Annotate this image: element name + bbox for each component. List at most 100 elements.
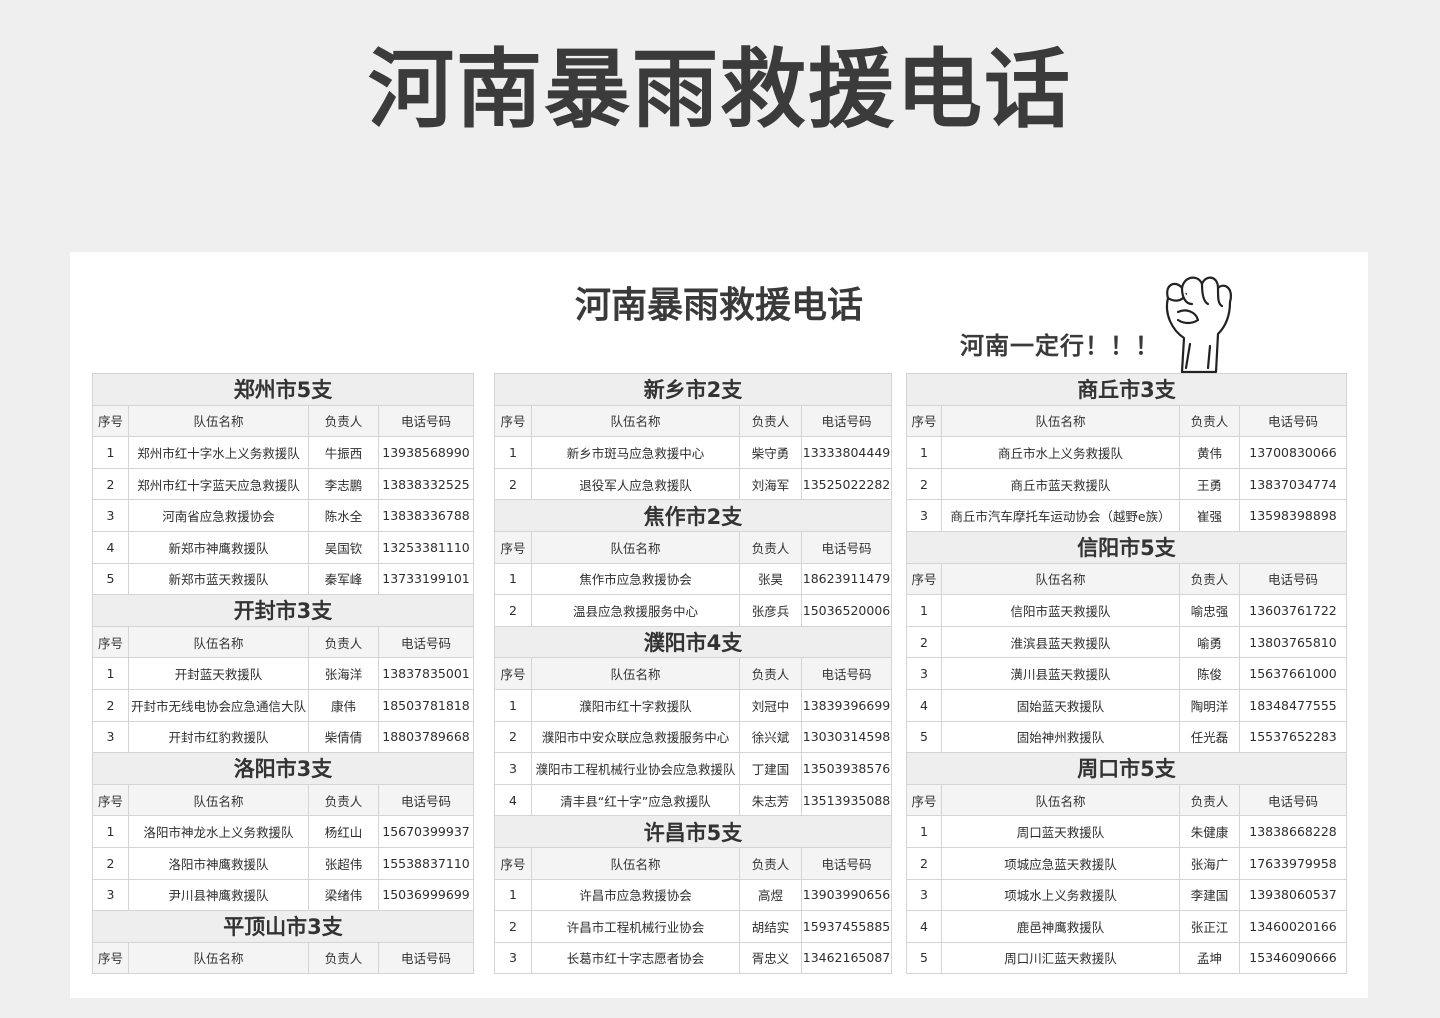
row-phone[interactable]: 15036999699 (378, 878, 474, 912)
table-row: 2 郑州市红十字蓝天应急救援队 李志鹏 13838332525 (92, 467, 474, 501)
row-phone[interactable]: 15670399937 (378, 815, 474, 848)
col-header-phone: 电话号码 (378, 783, 474, 817)
section-title: 周口市5支 (906, 752, 1347, 785)
row-phone[interactable]: 13253381110 (378, 530, 474, 564)
row-phone[interactable]: 13837034774 (1239, 467, 1347, 501)
row-phone[interactable]: 13503938576 (801, 752, 892, 785)
col-header-team: 队伍名称 (531, 530, 740, 564)
row-team: 许昌市工程机械行业协会 (531, 910, 740, 943)
table-row: 3 尹川县神鹰救援队 梁绪伟 15036999699 (92, 878, 474, 912)
row-leader: 李建国 (1179, 878, 1240, 912)
table-row: 4 清丰县“红十字”应急救援队 朱志芳 13513935088 (494, 783, 892, 817)
row-no: 4 (92, 530, 129, 564)
row-team: 潢川县蓝天救援队 (941, 657, 1180, 690)
row-no: 1 (92, 436, 129, 469)
row-phone[interactable]: 13938568990 (378, 436, 474, 469)
row-phone[interactable]: 13838332525 (378, 467, 474, 501)
column-2: 新乡市2支 序号 队伍名称 负责人 电话号码 1 新乡市斑马应急救援中心 柴守勇 13… (494, 373, 892, 975)
row-team: 长葛市红十字志愿者协会 (531, 941, 740, 975)
table-row: 1 郑州市红十字水上义务救援队 牛振西 13938568990 (92, 436, 474, 469)
row-phone[interactable]: 13903990656 (801, 878, 892, 912)
row-phone[interactable]: 15538837110 (378, 846, 474, 880)
row-phone[interactable]: 13938060537 (1239, 878, 1347, 912)
row-phone[interactable]: 13030314598 (801, 720, 892, 754)
row-phone[interactable]: 13603761722 (1239, 594, 1347, 627)
row-phone[interactable]: 18623911479 (801, 562, 892, 596)
row-leader: 黄伟 (1179, 436, 1240, 469)
table-row: 2 濮阳市中安众联应急救援服务中心 徐兴斌 13030314598 (494, 720, 892, 754)
column-1-table: 郑州市5支 序号 队伍名称 负责人 电话号码 1 郑州市红十字水上义务救援队 牛振西… (92, 373, 474, 975)
row-phone[interactable]: 13839396699 (801, 688, 892, 722)
row-no: 2 (906, 467, 942, 501)
banner-title: 河南暴雨救援电话 (368, 40, 1072, 140)
row-team: 周口蓝天救援队 (941, 815, 1180, 848)
row-leader: 陈俊 (1179, 657, 1240, 690)
section-title: 许昌市5支 (494, 815, 892, 848)
col-header-team: 队伍名称 (531, 657, 740, 690)
row-phone[interactable]: 13513935088 (801, 783, 892, 817)
row-phone[interactable]: 13838336788 (378, 499, 474, 532)
row-leader: 牛振西 (308, 436, 379, 469)
row-no: 2 (494, 910, 532, 943)
header-row: 序号 队伍名称 负责人 电话号码 (494, 657, 892, 690)
row-team: 许昌市应急救援协会 (531, 878, 740, 912)
row-phone[interactable]: 15036520006 (801, 594, 892, 627)
row-phone[interactable]: 15346090666 (1239, 941, 1347, 975)
row-team: 尹川县神鹰救援队 (128, 878, 309, 912)
row-phone[interactable]: 13333804449 (801, 436, 892, 469)
header-row: 序号 队伍名称 负责人 电话号码 (92, 783, 474, 817)
row-no: 2 (92, 688, 129, 722)
row-no: 3 (494, 752, 532, 785)
row-team: 新郑市神鹰救援队 (128, 530, 309, 564)
row-team: 郑州市红十字水上义务救援队 (128, 436, 309, 469)
row-phone[interactable]: 13733199101 (378, 562, 474, 596)
col-header-leader: 负责人 (308, 941, 379, 975)
row-leader: 张彦兵 (739, 594, 802, 627)
table-row: 3 开封市红豹救援队 柴倩倩 18803789668 (92, 720, 474, 754)
row-team: 濮阳市红十字救援队 (531, 688, 740, 722)
row-phone[interactable]: 13598398898 (1239, 499, 1347, 532)
row-phone[interactable]: 15637661000 (1239, 657, 1347, 690)
table-row: 2 项城应急蓝天救援队 张海广 17633979958 (906, 846, 1347, 880)
row-no: 3 (92, 878, 129, 912)
table-row: 2 许昌市工程机械行业协会 胡结实 15937455885 (494, 910, 892, 943)
column-3-table: 商丘市3支 序号 队伍名称 负责人 电话号码 1 商丘市水上义务救援队 黄伟 1370… (906, 373, 1347, 975)
col-header-no: 序号 (92, 941, 129, 975)
row-no: 3 (92, 720, 129, 754)
header-row: 序号 队伍名称 负责人 电话号码 (92, 404, 474, 438)
row-phone[interactable]: 13525022282 (801, 467, 892, 501)
row-phone[interactable]: 13803765810 (1239, 625, 1347, 659)
row-team: 开封市无线电协会应急通信大队 (128, 688, 309, 722)
row-phone[interactable]: 18503781818 (378, 688, 474, 722)
row-phone[interactable]: 13462165087 (801, 941, 892, 975)
row-leader: 康伟 (308, 688, 379, 722)
section-title: 平顶山市3支 (92, 910, 474, 943)
row-phone[interactable]: 15537652283 (1239, 720, 1347, 754)
row-team: 新乡市斑马应急救援中心 (531, 436, 740, 469)
row-leader: 张海洋 (308, 657, 379, 690)
row-phone[interactable]: 13460020166 (1239, 910, 1347, 943)
row-no: 2 (494, 594, 532, 627)
row-phone[interactable]: 13837835001 (378, 657, 474, 690)
row-leader: 喻勇 (1179, 625, 1240, 659)
table-row: 1 洛阳市神龙水上义务救援队 杨红山 15670399937 (92, 815, 474, 848)
row-phone[interactable]: 17633979958 (1239, 846, 1347, 880)
row-team: 固始神州救援队 (941, 720, 1180, 754)
row-leader: 梁绪伟 (308, 878, 379, 912)
row-no: 3 (92, 499, 129, 532)
slogan: 河南一定行！！！ (960, 332, 1160, 360)
header-row: 序号 队伍名称 负责人 电话号码 (92, 941, 474, 975)
row-phone[interactable]: 13700830066 (1239, 436, 1347, 469)
row-no: 2 (92, 846, 129, 880)
table-row: 1 焦作市应急救援协会 张昊 18623911479 (494, 562, 892, 596)
row-leader: 丁建国 (739, 752, 802, 785)
row-phone[interactable]: 15937455885 (801, 910, 892, 943)
table-row: 5 固始神州救援队 任光磊 15537652283 (906, 720, 1347, 754)
row-phone[interactable]: 13838668228 (1239, 815, 1347, 848)
row-phone[interactable]: 18348477555 (1239, 688, 1347, 722)
table-row: 3 潢川县蓝天救援队 陈俊 15637661000 (906, 657, 1347, 690)
row-phone[interactable]: 18803789668 (378, 720, 474, 754)
row-team: 周口川汇蓝天救援队 (941, 941, 1180, 975)
table-row: 1 濮阳市红十字救援队 刘冠中 13839396699 (494, 688, 892, 722)
row-team: 退役军人应急救援队 (531, 467, 740, 501)
